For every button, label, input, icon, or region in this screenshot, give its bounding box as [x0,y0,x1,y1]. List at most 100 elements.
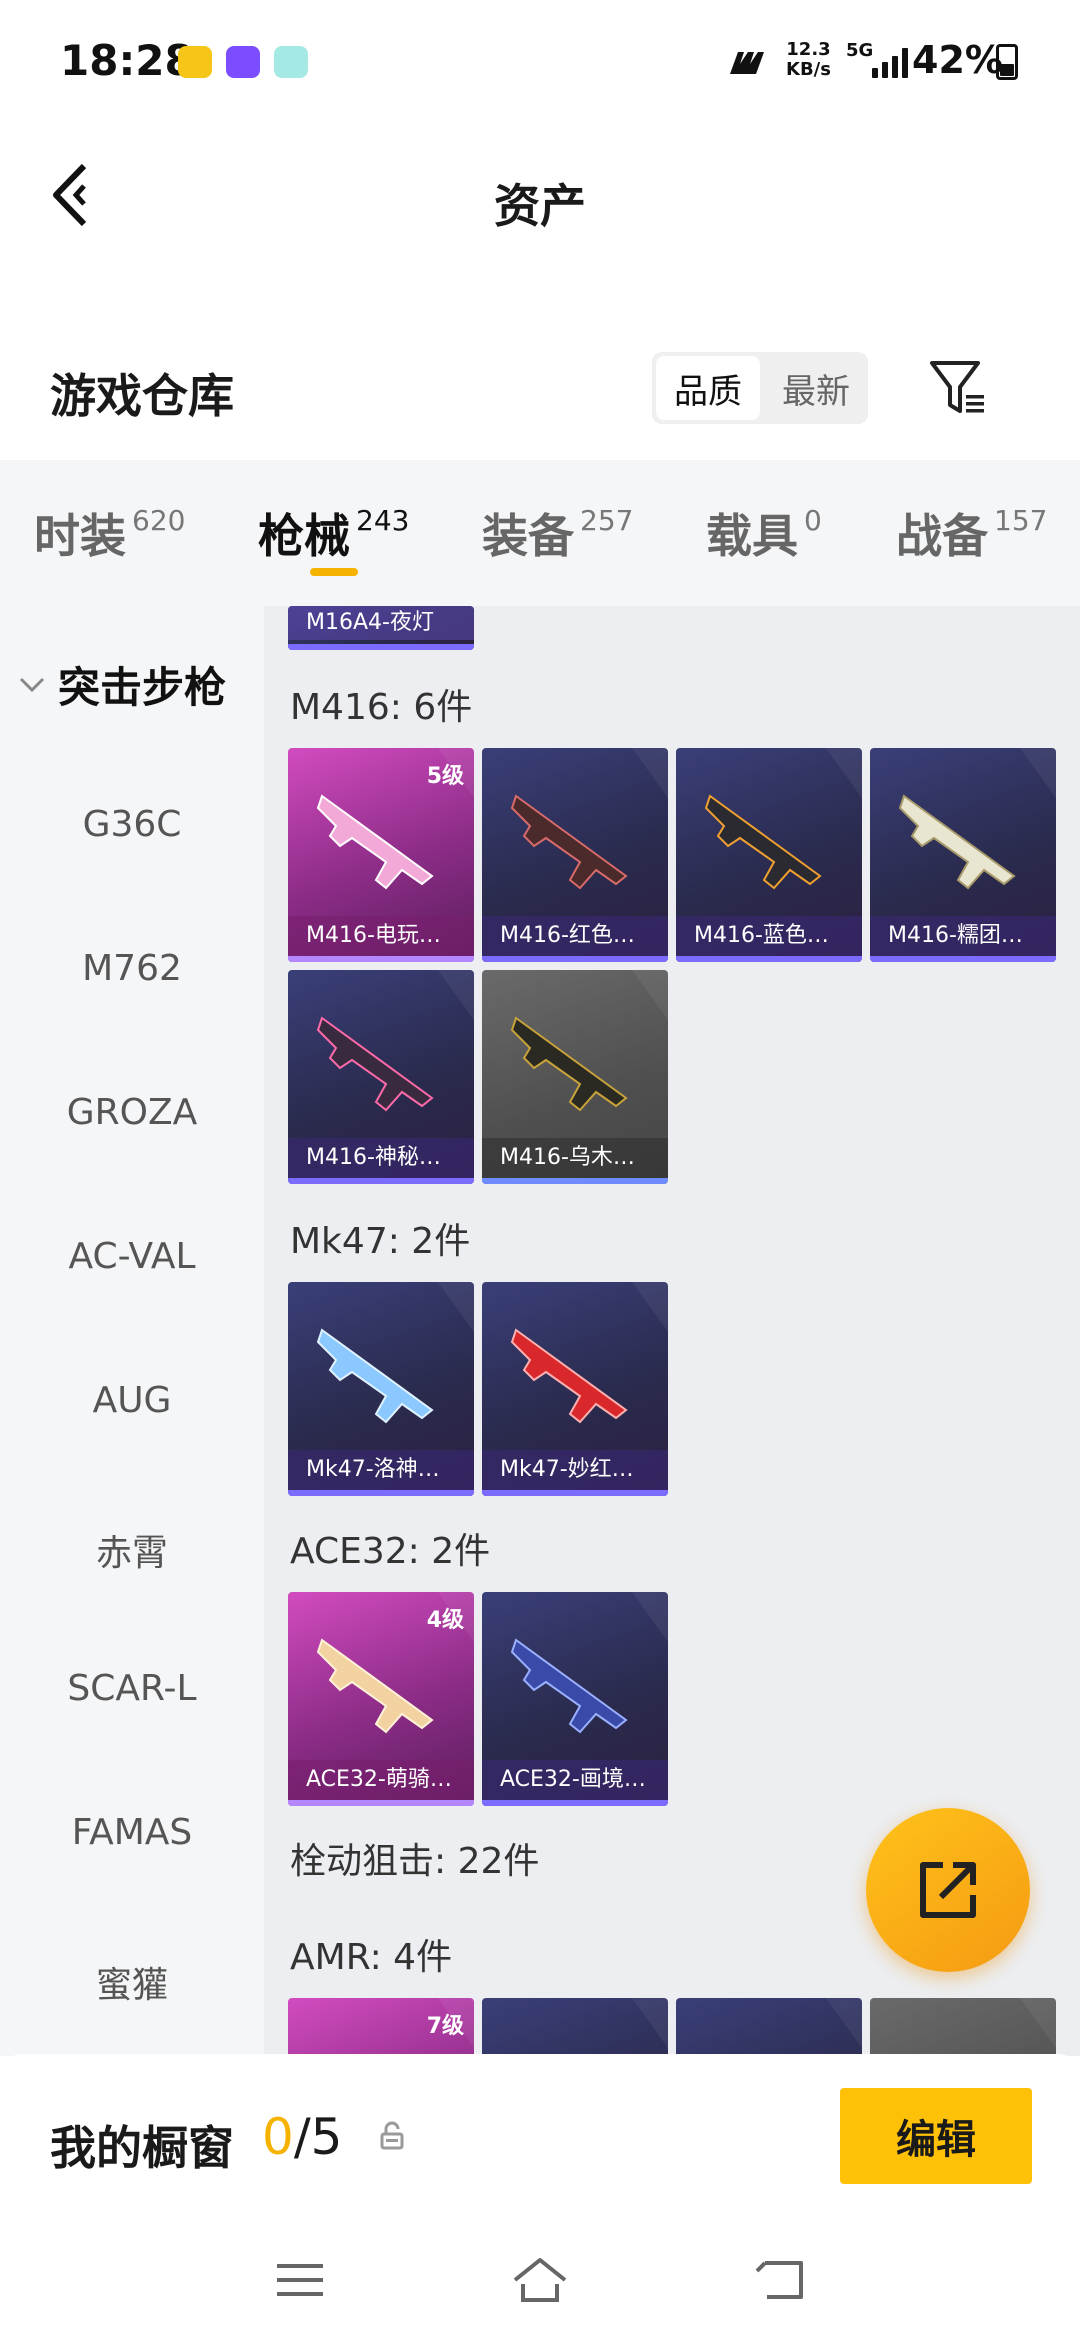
item-name: ACE32-画境… [482,1760,668,1800]
item-card[interactable]: M416-乌木… [482,970,668,1184]
showcase-count: 0/5 [262,2108,342,2166]
rifle-icon [510,794,628,890]
rifle-icon [316,1328,434,1424]
item-name: M416-糯团… [870,916,1056,956]
item-card[interactable]: M416-神秘… [288,970,474,1184]
rifle-icon [704,794,822,890]
lock-icon [380,2121,404,2150]
item-card[interactable] [482,1998,668,2056]
showcase-bar: 我的橱窗 0/5 编辑 [0,2054,1080,2214]
category-tabs: 时装 620 枪械 243 装备 257 载具 0 战备 157 [0,460,1080,606]
tab-label: 装备 [482,509,574,563]
tab-label: 时装 [34,509,126,563]
item-card[interactable] [676,1998,862,2056]
home-button[interactable] [500,2250,580,2310]
item-name: M416-蓝色… [676,916,862,956]
group-heading: M416: 6件 [290,687,473,728]
item-card[interactable]: M416-蓝色… [676,748,862,962]
back-nav-button[interactable] [740,2250,820,2310]
sort-option-quality[interactable]: 品质 [656,356,760,420]
sort-option-newest[interactable]: 最新 [764,352,868,424]
battery-percent: 42% [912,38,1003,82]
showcase-total: /5 [293,2108,343,2166]
menu-icon [277,2264,323,2296]
sidebar-item-g36c[interactable]: G36C [0,804,264,845]
net-speed-unit: KB/s [786,59,831,80]
item-card[interactable]: 4级 ACE32-萌骑… [288,1592,474,1806]
subcategory-heading: 栓动狙击: 22件 [290,1841,540,1882]
level-badge: 4级 [426,1608,464,1633]
item-card[interactable] [870,1998,1056,2056]
item-card[interactable]: ACE32-画境… [482,1592,668,1806]
tab-firearms[interactable]: 枪械 243 [258,500,409,566]
item-card[interactable]: M416-红色… [482,748,668,962]
level-badge: 5级 [426,764,464,789]
filter-button[interactable] [920,352,996,424]
item-card[interactable]: M16A4-夜灯 [288,606,474,650]
tab-equipment[interactable]: 装备 257 [482,500,633,566]
net-speed: 12.3 KB/s [786,40,831,80]
sidebar-item-aug[interactable]: AUG [0,1380,264,1421]
item-name: Mk47-妙红… [482,1450,668,1490]
tab-supplies[interactable]: 战备 157 [896,500,1047,566]
filter-icon [930,361,984,413]
tab-count: 243 [356,504,410,537]
sidebar-item-scar-l[interactable]: SCAR-L [0,1668,264,1709]
active-tab-indicator [310,568,358,576]
item-name: M416-红色… [482,916,668,956]
tab-count: 620 [132,504,186,537]
item-card[interactable]: Mk47-妙红… [482,1282,668,1496]
speed-logo-icon [730,52,764,74]
tab-label: 战备 [896,509,988,563]
sidebar-item-groza[interactable]: GROZA [0,1092,264,1133]
sidebar-item-famas[interactable]: FAMAS [0,1812,264,1853]
item-name: M16A4-夜灯 [288,606,474,640]
sidebar-item-m762[interactable]: M762 [0,948,264,989]
tab-count: 257 [580,504,634,537]
status-bar: 18:28 12.3 KB/s 5G 42% [0,0,1080,120]
rifle-icon [316,1016,434,1112]
signal-icon [872,46,908,78]
item-name: Mk47-洛神… [288,1450,474,1490]
level-badge: 7级 [426,2014,464,2039]
item-card[interactable]: 5级 M416-电玩… [288,748,474,962]
rifle-icon [898,794,1016,890]
item-card[interactable]: Mk47-洛神… [288,1282,474,1496]
edit-button[interactable]: 编辑 [840,2088,1032,2184]
sidebar-item-ac-val[interactable]: AC-VAL [0,1236,264,1277]
sidebar-group-assault-rifles[interactable]: 突击步枪 [18,654,226,715]
sort-toggle: 品质 最新 [652,352,868,424]
item-card[interactable]: M416-糯团… [870,748,1056,962]
group-heading: AMR: 4件 [290,1937,453,1978]
tab-fashion[interactable]: 时装 620 [34,500,185,566]
status-time: 18:28 [60,36,194,85]
system-nav-bar [0,2214,1080,2344]
group-heading: Mk47: 2件 [290,1221,471,1262]
tab-label: 载具 [706,509,798,563]
home-icon [513,2258,567,2302]
rifle-icon [316,1638,434,1734]
tab-vehicles[interactable]: 载具 0 [706,500,822,566]
sidebar-item-honey-badger[interactable]: 蜜獾 [0,1956,264,2008]
tab-count: 0 [804,504,822,537]
rifle-icon [510,1638,628,1734]
item-card[interactable]: 7级 [288,1998,474,2056]
rifle-icon [316,794,434,890]
tab-label: 枪械 [258,509,350,563]
rifle-icon [510,1016,628,1112]
notification-app-icon [178,46,212,78]
warehouse-title: 游戏仓库 [50,369,234,423]
share-button[interactable] [866,1808,1030,1972]
group-heading: ACE32: 2件 [290,1531,491,1572]
showcase-label: 我的橱窗 [50,2121,234,2175]
item-name: M416-神秘… [288,1138,474,1178]
notification-app-icon [274,46,308,78]
back-arrow-icon [755,2261,803,2299]
rifle-icon [510,1328,628,1424]
item-name: M416-电玩… [288,916,474,956]
item-name: ACE32-萌骑… [288,1760,474,1800]
network-type: 5G [846,40,874,61]
weapon-type-sidebar: 突击步枪 G36C M762 GROZA AC-VAL AUG 赤霄 SCAR-… [0,606,264,2056]
sidebar-item-chixiao[interactable]: 赤霄 [0,1524,264,1576]
menu-button[interactable] [260,2250,340,2310]
